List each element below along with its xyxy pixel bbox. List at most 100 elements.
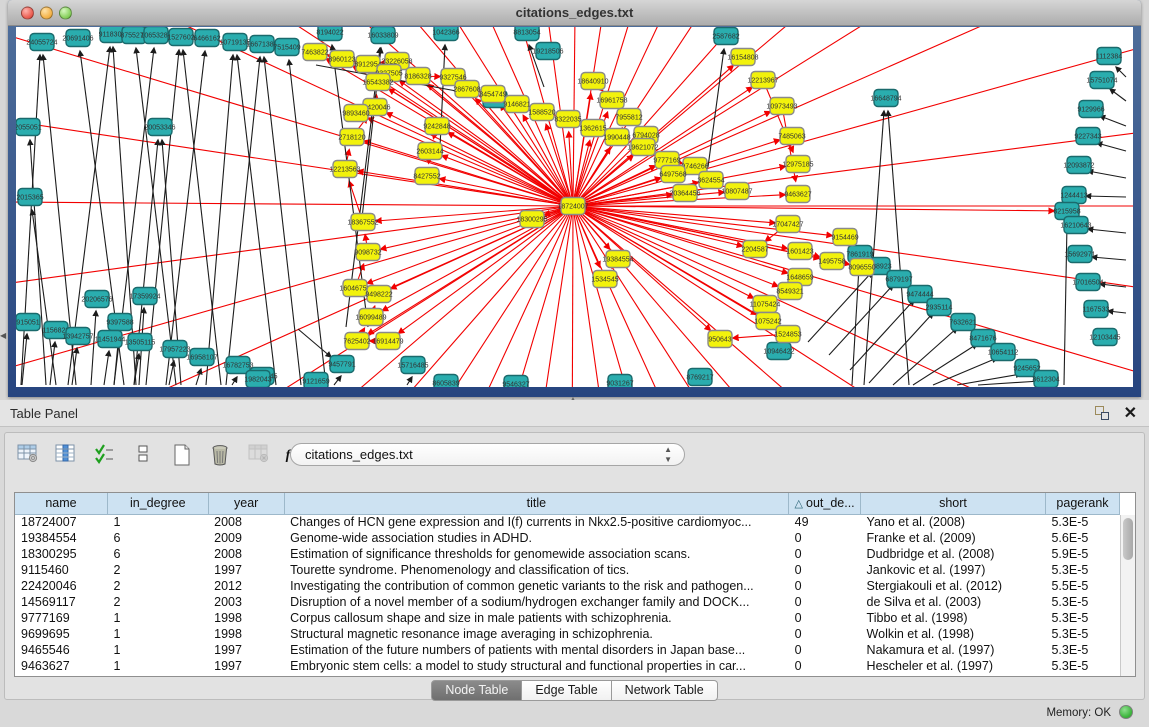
graph-edge[interactable] [1110,89,1126,101]
graph-node[interactable]: 24055724 [26,34,57,51]
table-cell[interactable]: Estimation of significance thresholds fo… [284,546,788,562]
table-cell[interactable]: Yano et al. (2008) [861,514,1046,530]
column-header-title[interactable]: title [284,493,788,514]
table-row[interactable]: 1830029562008Estimation of significance … [15,546,1120,562]
graph-node[interactable]: 915051 [16,314,40,331]
table-cell[interactable]: Estimation of the future numbers of pati… [284,642,788,658]
table-cell[interactable]: 5.3E-5 [1045,642,1119,658]
table-cell[interactable]: 9699695 [15,626,107,642]
table-cell[interactable]: 1998 [208,610,284,626]
graph-node[interactable]: 9397588 [106,314,133,331]
table-cell[interactable]: 0 [789,626,861,642]
graph-node[interactable]: 1112384 [1096,48,1122,65]
graph-edge[interactable] [573,206,1054,211]
graph-node[interactable]: 1167533 [1083,301,1110,318]
graph-edge[interactable] [30,140,46,385]
table-cell[interactable]: 5.3E-5 [1045,610,1119,626]
graph-edge[interactable] [358,171,573,206]
graph-node[interactable]: 9463627 [784,186,811,203]
table-cell[interactable]: 5.5E-5 [1045,578,1119,594]
table-cell[interactable]: 1 [107,514,208,530]
graph-node[interactable]: 1495758 [818,253,845,270]
citation-network-graph[interactable]: 1872400724055724206914069118309875527410… [16,27,1133,387]
network-window-titlebar[interactable]: citations_edges.txt [8,0,1141,26]
float-panel-icon[interactable] [1095,406,1109,420]
graph-edge[interactable] [869,313,933,383]
graph-node[interactable]: 9498222 [365,286,392,303]
table-cell[interactable]: 1997 [208,642,284,658]
table-cell[interactable]: 18300295 [15,546,107,562]
scrollbar-thumb[interactable] [1123,518,1133,560]
table-row[interactable]: 946554611997Estimation of the future num… [15,642,1120,658]
table-cell[interactable]: Tourette syndrome. Phenomenology and cla… [284,562,788,578]
graph-edge[interactable] [166,51,205,385]
graph-node[interactable]: 8605839 [432,375,459,388]
table-row[interactable]: 1872400712008Changes of HCN gene express… [15,514,1120,530]
graph-edge[interactable] [364,141,573,206]
graph-edge[interactable] [21,55,40,385]
graph-node[interactable]: 16099489 [355,309,386,326]
graph-edge[interactable] [196,369,201,385]
table-cell[interactable]: Changes of HCN gene expression and I(f) … [284,514,788,530]
graph-node[interactable]: 9031267 [606,375,633,388]
table-cell[interactable]: 22420046 [15,578,107,594]
table-cell[interactable]: 2 [107,594,208,610]
table-cell[interactable]: 2012 [208,578,284,594]
row-height-icon[interactable] [128,441,158,469]
graph-edge[interactable] [850,300,914,370]
graph-node[interactable]: 20364456 [669,185,700,202]
table-cell[interactable]: 5.3E-5 [1045,658,1119,674]
table-cell[interactable]: 0 [789,642,861,658]
table-cell[interactable]: 2 [107,562,208,578]
table-cell[interactable]: 2008 [208,514,284,530]
graph-edge[interactable] [1092,257,1126,260]
graph-node[interactable]: 6497568 [659,166,686,183]
graph-node[interactable]: 20206576 [81,291,112,308]
graph-node[interactable]: 16648794 [870,90,901,107]
graph-edge[interactable] [289,60,326,385]
column-header-short[interactable]: short [861,493,1046,514]
table-cell[interactable]: 5.6E-5 [1045,530,1119,546]
graph-node[interactable]: 8096550 [848,259,875,276]
table-row[interactable]: 1456911722003Disruption of a novel membe… [15,594,1120,610]
table-cell[interactable]: 5.3E-5 [1045,514,1119,530]
table-cell[interactable]: 9777169 [15,610,107,626]
table-cell[interactable]: 1997 [208,562,284,578]
graph-node[interactable]: 1588520 [528,104,555,121]
graph-node[interactable]: 11451944 [95,331,126,348]
table-cell[interactable]: 9115460 [15,562,107,578]
graph-edge[interactable] [573,39,1133,206]
graph-node[interactable]: 8960123 [328,51,355,68]
column-header-in_degree[interactable]: in_degree [107,493,208,514]
graph-node[interactable]: 2867608 [453,81,480,98]
table-cell[interactable]: 2 [107,578,208,594]
graph-node[interactable]: 1042366 [432,27,459,41]
table-cell[interactable]: 1 [107,626,208,642]
table-cell[interactable]: de Silva et al. (2003) [861,594,1046,610]
graph-edge[interactable] [232,377,237,385]
graph-node[interactable]: 10946422 [763,343,794,360]
table-row[interactable]: 2242004622012Investigating the contribut… [15,578,1120,594]
table-row[interactable]: 1938455462009Genome-wide association stu… [15,530,1120,546]
table-row[interactable]: 946362711997Embryonic stem cells: a mode… [15,658,1120,674]
graph-node[interactable]: 9129966 [1077,101,1104,118]
table-cell[interactable]: 9465546 [15,642,107,658]
graph-node[interactable]: 1982043 [244,371,271,388]
table-cell[interactable]: Franke et al. (2009) [861,530,1046,546]
graph-node[interactable]: 7485063 [778,128,805,145]
graph-node[interactable]: 8769217 [686,369,713,386]
graph-node[interactable]: 2204587 [741,241,768,258]
graph-node[interactable]: 8549321 [776,283,803,300]
graph-edge[interactable] [169,361,174,385]
graph-node[interactable]: 16543382 [362,74,393,91]
table-cell[interactable]: 0 [789,530,861,546]
table-cell[interactable]: 9463627 [15,658,107,674]
graph-edge[interactable] [888,111,909,385]
graph-node[interactable]: 17047427 [772,216,803,233]
graph-node[interactable]: 19218506 [532,43,563,60]
table-selector-dropdown[interactable]: citations_edges.txt ▲▼ [290,443,685,466]
table-cell[interactable]: Embryonic stem cells: a model to study s… [284,658,788,674]
graph-node[interactable]: 8194022 [316,27,343,41]
graph-edge[interactable] [913,344,977,385]
graph-node[interactable]: 19621072 [627,139,658,156]
